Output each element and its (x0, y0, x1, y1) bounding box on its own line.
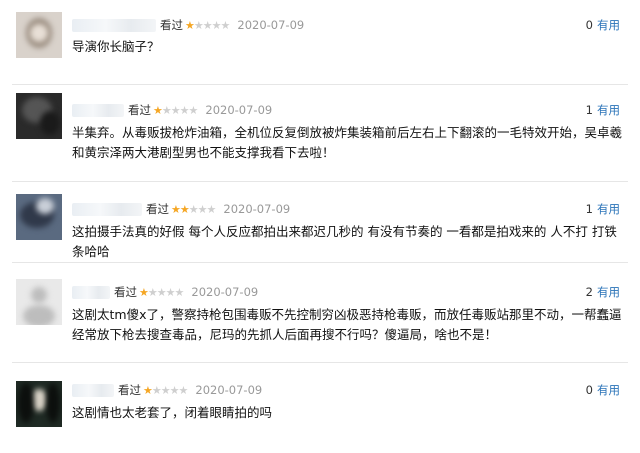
username-blurred[interactable] (72, 103, 124, 117)
username-blurred[interactable] (72, 285, 110, 299)
review-date: 2020-07-09 (191, 285, 259, 299)
divider (12, 181, 628, 182)
star-icon: ★ (170, 103, 181, 117)
review-date: 2020-07-09 (205, 103, 273, 117)
useful-button[interactable]: 有用 (597, 17, 620, 33)
useful-button[interactable]: 有用 (597, 382, 620, 398)
star-icon: ★ (188, 202, 199, 216)
star-icon: ★ (178, 383, 189, 397)
useful-vote: 1 有用 (586, 101, 620, 119)
star-icon: ★ (143, 383, 153, 397)
review-text: 导演你长脑子？ (72, 39, 160, 54)
review-meta: 看过 ★ ★ ★ ★ ★ 2020-07-09 (72, 381, 262, 399)
review-text: 半集弃。从毒贩拔枪炸油箱，全机位反复倒放被炸集装箱前后左右上下翻滚的一毛特效开始… (72, 125, 623, 160)
seen-label: 看过 (146, 202, 169, 216)
useful-count: 2 (585, 285, 593, 299)
rating-stars: ★ ★ ★ ★ ★ (171, 202, 217, 216)
useful-vote: 0 有用 (586, 381, 620, 399)
star-icon: ★ (160, 383, 171, 397)
useful-vote: 1 有用 (586, 200, 620, 218)
review-text: 这拍摄手法真的好假 每个人反应都拍出来都迟几秒的 有没有节奏的 一看都是拍戏来的… (72, 224, 617, 259)
useful-count: 0 (585, 383, 593, 397)
review-date: 2020-07-09 (223, 202, 291, 216)
star-icon: ★ (139, 285, 149, 299)
star-icon: ★ (151, 383, 162, 397)
star-icon: ★ (156, 285, 167, 299)
seen-label: 看过 (114, 285, 137, 299)
useful-button[interactable]: 有用 (597, 284, 620, 300)
rating-stars: ★ ★ ★ ★ ★ (143, 383, 189, 397)
star-icon: ★ (188, 103, 199, 117)
star-icon: ★ (185, 18, 195, 32)
review-meta: 看过 ★ ★ ★ ★ ★ 2020-07-09 (72, 200, 290, 218)
star-icon: ★ (211, 18, 222, 32)
useful-vote: 0 有用 (586, 16, 620, 34)
rating-stars: ★ ★ ★ ★ ★ (153, 103, 199, 117)
divider (12, 84, 628, 85)
rating-stars: ★ ★ ★ ★ ★ (185, 18, 231, 32)
avatar[interactable] (16, 381, 62, 427)
review-meta: 看过 ★ ★ ★ ★ ★ 2020-07-09 (72, 16, 304, 34)
useful-count: 1 (585, 202, 593, 216)
review-text: 这剧情也太老套了，闭着眼睛拍的吗 (72, 405, 273, 420)
star-icon: ★ (206, 202, 217, 216)
star-icon: ★ (193, 18, 204, 32)
star-icon: ★ (169, 383, 180, 397)
review-date: 2020-07-09 (237, 18, 305, 32)
seen-label: 看过 (128, 103, 151, 117)
useful-button[interactable]: 有用 (597, 201, 620, 217)
review-meta: 看过 ★ ★ ★ ★ ★ 2020-07-09 (72, 101, 272, 119)
seen-label: 看过 (160, 18, 183, 32)
star-icon: ★ (161, 103, 172, 117)
review-text: 这剧太tm傻x了，警察持枪包围毒贩不先控制穷凶极恶持枪毒贩，而放任毒贩站那里不动… (72, 307, 622, 342)
useful-vote: 2 有用 (586, 283, 620, 301)
star-icon: ★ (202, 18, 213, 32)
star-icon: ★ (165, 285, 176, 299)
username-blurred[interactable] (72, 18, 156, 32)
star-icon: ★ (153, 103, 163, 117)
review-date: 2020-07-09 (195, 383, 263, 397)
star-icon: ★ (171, 202, 181, 216)
username-blurred[interactable] (72, 383, 114, 397)
rating-stars: ★ ★ ★ ★ ★ (139, 285, 185, 299)
star-icon: ★ (174, 285, 185, 299)
username-blurred[interactable] (72, 202, 142, 216)
avatar[interactable] (16, 93, 62, 139)
star-icon: ★ (220, 18, 231, 32)
divider (12, 362, 628, 363)
seen-label: 看过 (118, 383, 141, 397)
useful-count: 0 (585, 18, 593, 32)
star-icon: ★ (179, 103, 190, 117)
avatar[interactable] (16, 279, 62, 325)
star-icon: ★ (179, 202, 190, 216)
review-list: 看过 ★ ★ ★ ★ ★ 2020-07-09 0 有用 导演你长脑子？ 看过 ★ ★ ★ ★… (0, 0, 640, 453)
avatar[interactable] (16, 194, 62, 240)
review-meta: 看过 ★ ★ ★ ★ ★ 2020-07-09 (72, 283, 258, 301)
useful-count: 1 (585, 103, 593, 117)
useful-button[interactable]: 有用 (597, 102, 620, 118)
avatar[interactable] (16, 12, 62, 58)
star-icon: ★ (197, 202, 208, 216)
star-icon: ★ (147, 285, 158, 299)
divider (12, 262, 628, 263)
